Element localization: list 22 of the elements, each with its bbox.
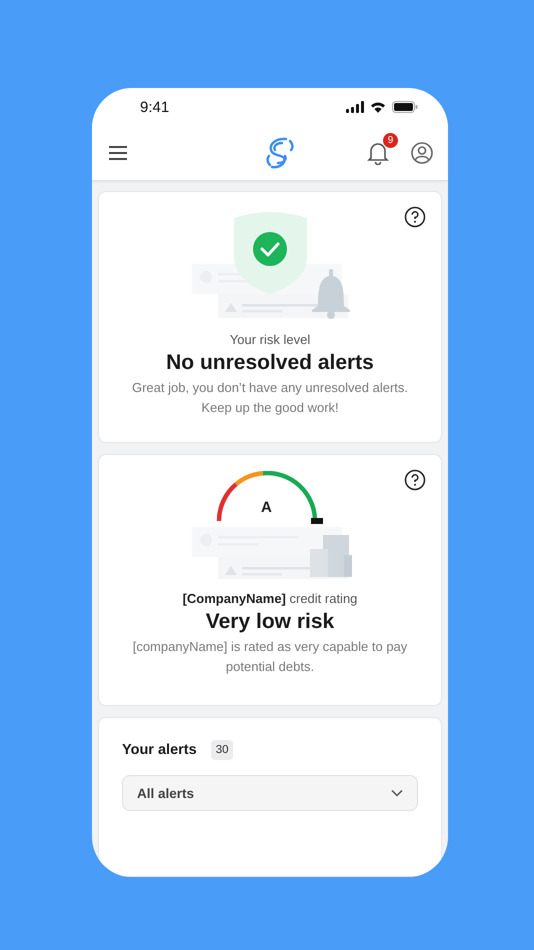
card-title: Very low risk bbox=[206, 610, 334, 634]
card-title: No unresolved alerts bbox=[166, 351, 374, 375]
signal-icon bbox=[346, 101, 364, 113]
card-description: Great job, you don’t have any unresolved alerts. Keep up the good work! bbox=[130, 379, 410, 417]
card-label: Your risk level bbox=[230, 332, 310, 347]
alerts-filter-dropdown[interactable]: All alerts bbox=[122, 775, 418, 811]
menu-icon[interactable] bbox=[108, 145, 128, 161]
battery-icon bbox=[392, 101, 418, 113]
card-label: [CompanyName] credit rating bbox=[182, 591, 358, 606]
card-description: [companyName] is rated as very capable to pay potential debts. bbox=[132, 638, 408, 676]
spiral-logo-icon[interactable] bbox=[266, 136, 294, 170]
chevron-down-icon bbox=[391, 789, 403, 797]
credit-grade: A bbox=[261, 499, 272, 516]
notification-count: 9 bbox=[383, 133, 398, 148]
wifi-icon bbox=[370, 101, 386, 113]
help-icon[interactable] bbox=[404, 469, 426, 491]
help-icon[interactable] bbox=[404, 206, 426, 228]
user-avatar-icon[interactable] bbox=[411, 142, 433, 164]
alerts-title: Your alerts bbox=[122, 742, 197, 758]
alerts-count: 30 bbox=[210, 740, 234, 760]
notification-bell-icon[interactable] bbox=[367, 141, 389, 165]
status-time: 9:41 bbox=[140, 98, 170, 116]
